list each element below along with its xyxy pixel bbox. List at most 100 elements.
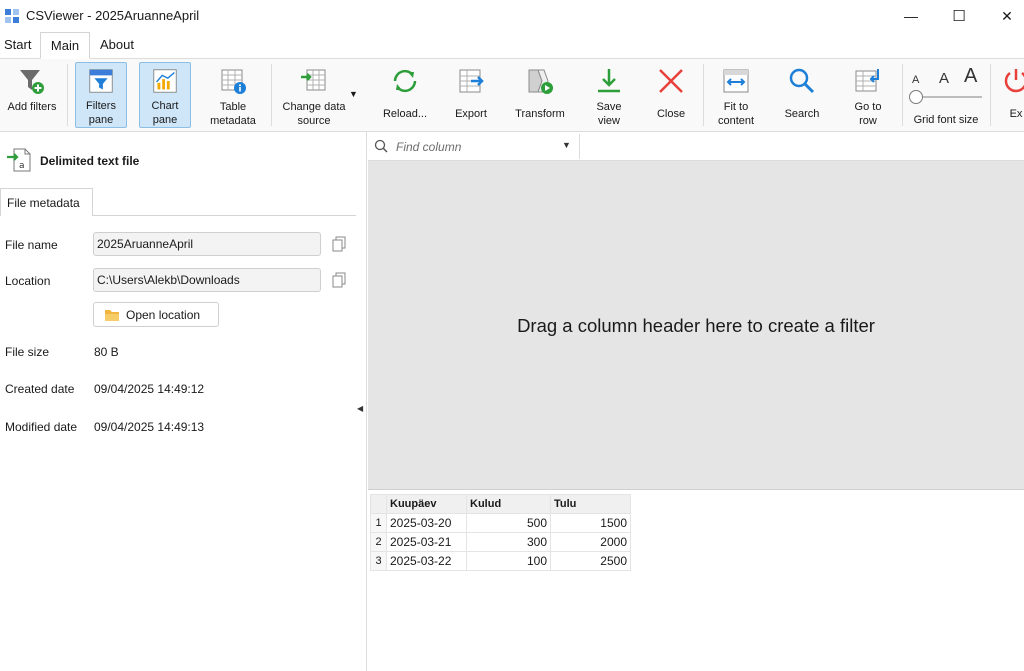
modified-date-value: 09/04/2025 14:49:13 (94, 420, 205, 434)
find-separator (579, 134, 580, 159)
ribbon-toolbar: Add filters Filters pane Chart pane Tabl… (0, 59, 1024, 132)
transform-icon (528, 69, 553, 94)
filters-pane-button[interactable]: Filters pane (75, 62, 127, 128)
table-cell[interactable]: 2000 (550, 532, 631, 552)
minimize-icon: — (904, 8, 918, 24)
search-icon (789, 68, 815, 94)
file-type-title: Delimited text file (40, 154, 140, 168)
title-bar: CSViewer - 2025AruanneApril — ☐ ✕ (0, 0, 1024, 32)
menu-bar: Start Main About (0, 32, 1024, 59)
search-button[interactable]: Search (776, 62, 828, 128)
row-header-corner[interactable] (370, 494, 387, 514)
table-header-row: Kuupäev Kulud Tulu (370, 494, 631, 514)
chart-pane-button[interactable]: Chart pane (139, 62, 191, 128)
table-row[interactable]: 2 2025-03-21 300 2000 (370, 532, 631, 552)
table-metadata-label: Table metadata (210, 101, 256, 127)
open-location-button[interactable]: Open location (93, 302, 219, 327)
maximize-icon: ☐ (952, 8, 966, 25)
created-date-value: 09/04/2025 14:49:12 (94, 382, 205, 396)
reload-button[interactable]: Reload... (378, 62, 432, 128)
column-header[interactable]: Kulud (466, 494, 551, 514)
save-icon (598, 69, 620, 93)
table-cell[interactable]: 2025-03-21 (386, 532, 467, 552)
file-name-label: File name (5, 238, 58, 252)
save-view-button[interactable]: Save view (584, 62, 634, 128)
window-title: CSViewer - 2025AruanneApril (26, 8, 200, 23)
change-source-dropdown-icon[interactable]: ▼ (349, 89, 358, 99)
table-row[interactable]: 1 2025-03-20 500 1500 (370, 513, 631, 533)
file-name-field[interactable]: 2025AruanneApril (93, 232, 321, 256)
find-column-input[interactable]: Find column (396, 140, 461, 154)
table-cell[interactable]: 1500 (550, 513, 631, 533)
font-size-small-icon: A (912, 74, 920, 86)
location-field[interactable]: C:\Users\Alekb\Downloads (93, 268, 321, 292)
table-row[interactable]: 3 2025-03-22 100 2500 (370, 551, 631, 571)
file-size-label: File size (5, 345, 50, 359)
svg-text:a: a (19, 161, 25, 171)
table-cell[interactable]: 2025-03-20 (386, 513, 467, 533)
chart-pane-label: Chart pane (151, 100, 179, 126)
goto-row-icon (855, 69, 879, 92)
folder-icon (105, 309, 119, 321)
export-icon (459, 69, 484, 93)
copy-icon[interactable] (331, 236, 347, 252)
add-filters-button[interactable]: Add filters (2, 62, 62, 128)
ribbon-separator (271, 64, 272, 126)
go-to-row-label: Go to row (854, 101, 882, 127)
search-icon (374, 139, 388, 153)
minimize-button[interactable]: — (888, 0, 934, 32)
filters-pane-label: Filters pane (86, 100, 116, 126)
table-cell[interactable]: 500 (466, 513, 551, 533)
column-header[interactable]: Kuupäev (386, 494, 467, 514)
chevron-down-icon[interactable]: ▼ (562, 140, 571, 150)
copy-icon[interactable] (331, 272, 347, 288)
tab-underline (93, 215, 356, 216)
close-window-button[interactable]: ✕ (984, 0, 1024, 32)
filter-drop-hint: Drag a column header here to create a fi… (517, 315, 875, 336)
row-number[interactable]: 2 (370, 532, 387, 552)
open-location-label: Open location (126, 307, 201, 322)
font-size-medium-icon: A (939, 70, 950, 87)
row-number[interactable]: 1 (370, 513, 387, 533)
add-filter-icon (20, 70, 44, 94)
maximize-button[interactable]: ☐ (936, 0, 982, 32)
collapse-pane-icon[interactable]: ◀ (357, 404, 363, 413)
table-cell[interactable]: 300 (466, 532, 551, 552)
table-cell[interactable]: 2025-03-22 (386, 551, 467, 571)
data-grid: Kuupäev Kulud Tulu 1 2025-03-20 500 1500… (368, 491, 1024, 671)
tab-about[interactable]: About (96, 32, 138, 59)
table-cell[interactable]: 100 (466, 551, 551, 571)
font-size-slider-thumb[interactable] (909, 90, 923, 104)
filter-drop-zone[interactable]: Drag a column header here to create a fi… (368, 161, 1024, 490)
table-cell[interactable]: 2500 (550, 551, 631, 571)
close-label: Close (656, 108, 686, 120)
exit-label: Ex (1009, 108, 1023, 120)
close-button[interactable]: Close (648, 62, 694, 128)
change-source-icon (301, 69, 326, 91)
created-date-label: Created date (5, 382, 75, 396)
search-label: Search (784, 108, 820, 120)
go-to-row-button[interactable]: Go to row (842, 62, 894, 128)
transform-button[interactable]: Transform (510, 62, 570, 128)
modified-date-label: Modified date (5, 420, 78, 434)
change-data-source-button[interactable]: Change data source (278, 62, 350, 128)
row-number[interactable]: 3 (370, 551, 387, 571)
find-column-bar: Find column ▼ (368, 132, 1024, 161)
delimited-file-icon: a (7, 148, 31, 172)
export-label: Export (455, 108, 487, 120)
transform-label: Transform (515, 108, 565, 120)
fit-to-content-button[interactable]: Fit to content (710, 62, 762, 128)
tab-file-metadata[interactable]: File metadata (0, 188, 93, 216)
file-metadata-pane: a Delimited text file File metadata File… (0, 132, 367, 671)
ribbon-separator (703, 64, 704, 126)
export-button[interactable]: Export (446, 62, 496, 128)
save-view-label: Save view (596, 101, 622, 127)
column-header[interactable]: Tulu (550, 494, 631, 514)
tab-start[interactable]: Start (0, 32, 35, 59)
table-metadata-button[interactable]: Table metadata (205, 62, 261, 128)
exit-button[interactable]: Ex (996, 62, 1024, 128)
exit-icon (1004, 69, 1024, 93)
tab-main[interactable]: Main (40, 32, 90, 59)
app-icon (5, 9, 19, 23)
font-size-large-icon: A (964, 65, 978, 87)
